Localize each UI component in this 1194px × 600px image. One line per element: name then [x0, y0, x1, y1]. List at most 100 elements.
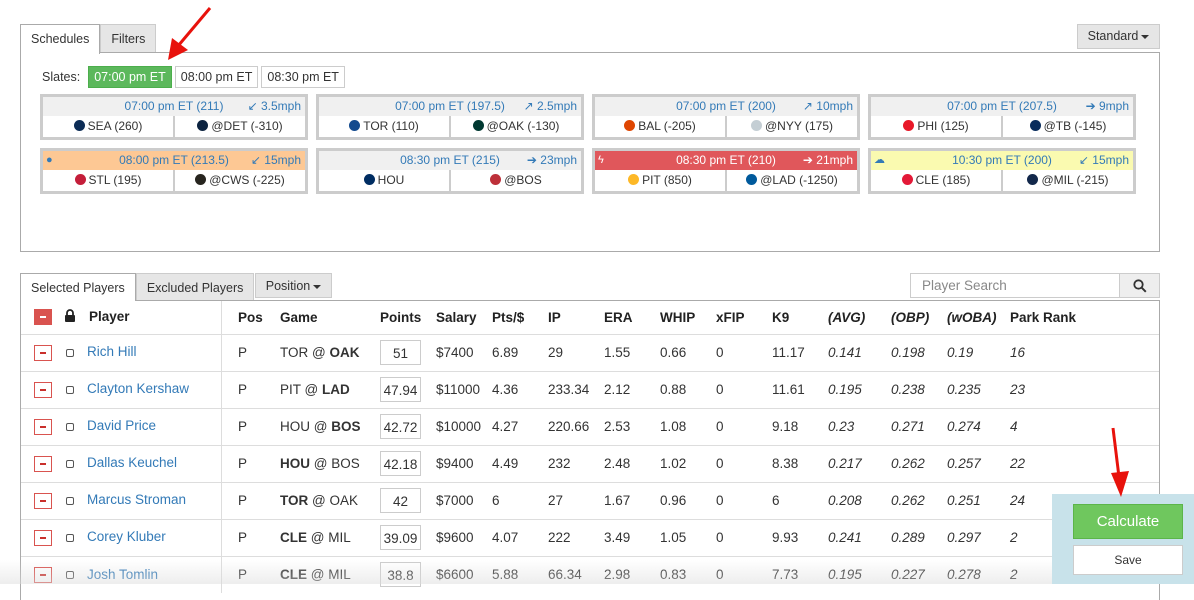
pos-cell: P — [238, 370, 280, 408]
whip-cell: 1.05 — [660, 518, 716, 556]
points-input[interactable]: 42 — [380, 488, 421, 513]
table-row: Marcus Stroman P TOR @ OAK 42 $7000 6 27 1.67 0.… — [21, 481, 1159, 519]
points-input[interactable]: 42.18 — [380, 451, 421, 476]
player-name-link[interactable]: Marcus Stroman — [87, 492, 186, 507]
woba-cell: 0.297 — [947, 518, 1010, 556]
game-card[interactable]: 08:30 pm ET (215) ➔ 23mph HOU @BOS — [316, 148, 584, 194]
lock-checkbox[interactable] — [66, 533, 74, 542]
away-team[interactable]: PIT (850) — [595, 170, 727, 191]
search-button[interactable] — [1120, 273, 1160, 298]
k9-cell: 9.93 — [772, 518, 828, 556]
home-team[interactable]: @OAK (-130) — [451, 116, 581, 137]
position-dropdown[interactable]: Position — [255, 273, 332, 298]
player-name-link[interactable]: Clayton Kershaw — [87, 381, 189, 396]
remove-player-button[interactable] — [34, 381, 52, 398]
tab-selected-players[interactable]: Selected Players — [20, 273, 136, 301]
team-logo-icon — [1029, 120, 1041, 131]
remove-player-button[interactable] — [34, 566, 52, 583]
player-name-link[interactable]: Josh Tomlin — [87, 567, 158, 582]
remove-player-button[interactable] — [34, 418, 52, 435]
slate-0830[interactable]: 08:30 pm ET — [261, 66, 345, 88]
player-name-link[interactable]: Corey Kluber — [87, 529, 166, 544]
player-name-link[interactable]: Rich Hill — [87, 344, 137, 359]
points-input[interactable]: 42.72 — [380, 414, 421, 439]
team-logo-icon — [349, 120, 361, 131]
game-card[interactable]: 07:00 pm ET (211) ↙ 3.5mph SEA (260) @DET (… — [40, 94, 308, 140]
game-card[interactable]: ☁ 10:30 pm ET (200) ↙ 15mph CLE (185) @MIL (… — [868, 148, 1136, 194]
tab-filters[interactable]: Filters — [100, 24, 157, 53]
save-button[interactable]: Save — [1073, 545, 1183, 575]
wind-info: ↙ 3.5mph — [248, 97, 301, 116]
col-salary: Salary — [436, 309, 477, 325]
lock-checkbox[interactable] — [66, 385, 74, 394]
whip-cell: 1.08 — [660, 407, 716, 445]
game-away: TOR — [280, 345, 309, 360]
wind-arrow-icon: ↗ — [523, 99, 534, 113]
col-player: Player — [89, 309, 130, 325]
remove-player-button[interactable] — [34, 344, 52, 361]
era-cell: 1.55 — [604, 333, 660, 371]
game-teams: TOR (110) @OAK (-130) — [319, 116, 581, 137]
game-card[interactable]: 07:00 pm ET (197.5) ↗ 2.5mph TOR (110) @OAK… — [316, 94, 584, 140]
home-team[interactable]: @LAD (-1250) — [727, 170, 857, 191]
tab-excluded-players[interactable]: Excluded Players — [135, 273, 255, 300]
game-card[interactable]: ● 08:00 pm ET (213.5) ↙ 15mph STL (195) @CWS… — [40, 148, 308, 194]
game-teams: BAL (-205) @NYY (175) — [595, 116, 857, 137]
home-team[interactable]: @NYY (175) — [727, 116, 857, 137]
team-logo-icon — [624, 120, 636, 131]
team-logo-icon — [363, 174, 375, 185]
lock-icon[interactable] — [64, 309, 76, 325]
tab-schedules[interactable]: Schedules — [20, 24, 101, 54]
wind-speed: 21mph — [816, 153, 853, 167]
whip-cell: 0.66 — [660, 333, 716, 371]
game-header: 07:00 pm ET (200) ↗ 10mph — [595, 97, 857, 116]
lock-checkbox[interactable] — [66, 570, 74, 579]
woba-cell: 0.274 — [947, 407, 1010, 445]
home-team[interactable]: @DET (-310) — [175, 116, 305, 137]
away-team[interactable]: STL (195) — [43, 170, 175, 191]
era-cell: 1.67 — [604, 481, 660, 519]
game-card[interactable]: 07:00 pm ET (200) ↗ 10mph BAL (-205) @NYY (… — [592, 94, 860, 140]
team-logo-icon — [751, 120, 762, 131]
game-card[interactable]: 07:00 pm ET (207.5) ➔ 9mph PHI (125) @TB (-… — [868, 94, 1136, 140]
home-team[interactable]: @MIL (-215) — [1003, 170, 1133, 191]
home-team[interactable]: @BOS — [451, 170, 581, 191]
home-team[interactable]: @CWS (-225) — [175, 170, 305, 191]
remove-player-button[interactable] — [34, 492, 52, 509]
calculate-button[interactable]: Calculate — [1073, 504, 1183, 539]
remove-player-button[interactable] — [34, 529, 52, 546]
pts-per-dollar-cell: 4.49 — [492, 444, 548, 482]
avg-cell: 0.23 — [828, 407, 891, 445]
points-input[interactable]: 51 — [380, 340, 421, 365]
lock-checkbox[interactable] — [66, 459, 74, 468]
xfip-cell: 0 — [716, 444, 772, 482]
lock-checkbox[interactable] — [66, 496, 74, 505]
lock-checkbox[interactable] — [66, 348, 74, 357]
away-team[interactable]: BAL (-205) — [595, 116, 727, 137]
game-away: HOU — [280, 456, 310, 471]
salary-cell: $11000 — [436, 370, 492, 408]
player-tabs: Selected Players Excluded Players — [20, 273, 255, 301]
player-name-link[interactable]: David Price — [87, 418, 156, 433]
away-team[interactable]: SEA (260) — [43, 116, 175, 137]
points-input[interactable]: 47.94 — [380, 377, 421, 402]
points-input[interactable]: 39.09 — [380, 525, 421, 550]
away-team[interactable]: CLE (185) — [871, 170, 1003, 191]
away-team[interactable]: TOR (110) — [319, 116, 451, 137]
game-card[interactable]: ϟ 08:30 pm ET (210) ➔ 21mph PIT (850) @LAD (… — [592, 148, 860, 194]
player-name-link[interactable]: Dallas Keuchel — [87, 455, 177, 470]
remove-player-button[interactable] — [34, 455, 52, 472]
xfip-cell: 0 — [716, 407, 772, 445]
home-team-label: @NYY (175) — [765, 119, 833, 133]
slate-0700[interactable]: 07:00 pm ET — [88, 66, 172, 88]
lock-checkbox[interactable] — [66, 422, 74, 431]
remove-all-button[interactable] — [34, 309, 52, 326]
slate-0800[interactable]: 08:00 pm ET — [174, 66, 259, 88]
obp-cell: 0.289 — [891, 518, 947, 556]
away-team[interactable]: HOU — [319, 170, 451, 191]
away-team[interactable]: PHI (125) — [871, 116, 1003, 137]
player-search-input[interactable] — [910, 273, 1120, 298]
home-team[interactable]: @TB (-145) — [1003, 116, 1133, 137]
standard-dropdown[interactable]: Standard — [1077, 24, 1160, 49]
col-k9: K9 — [772, 309, 790, 325]
